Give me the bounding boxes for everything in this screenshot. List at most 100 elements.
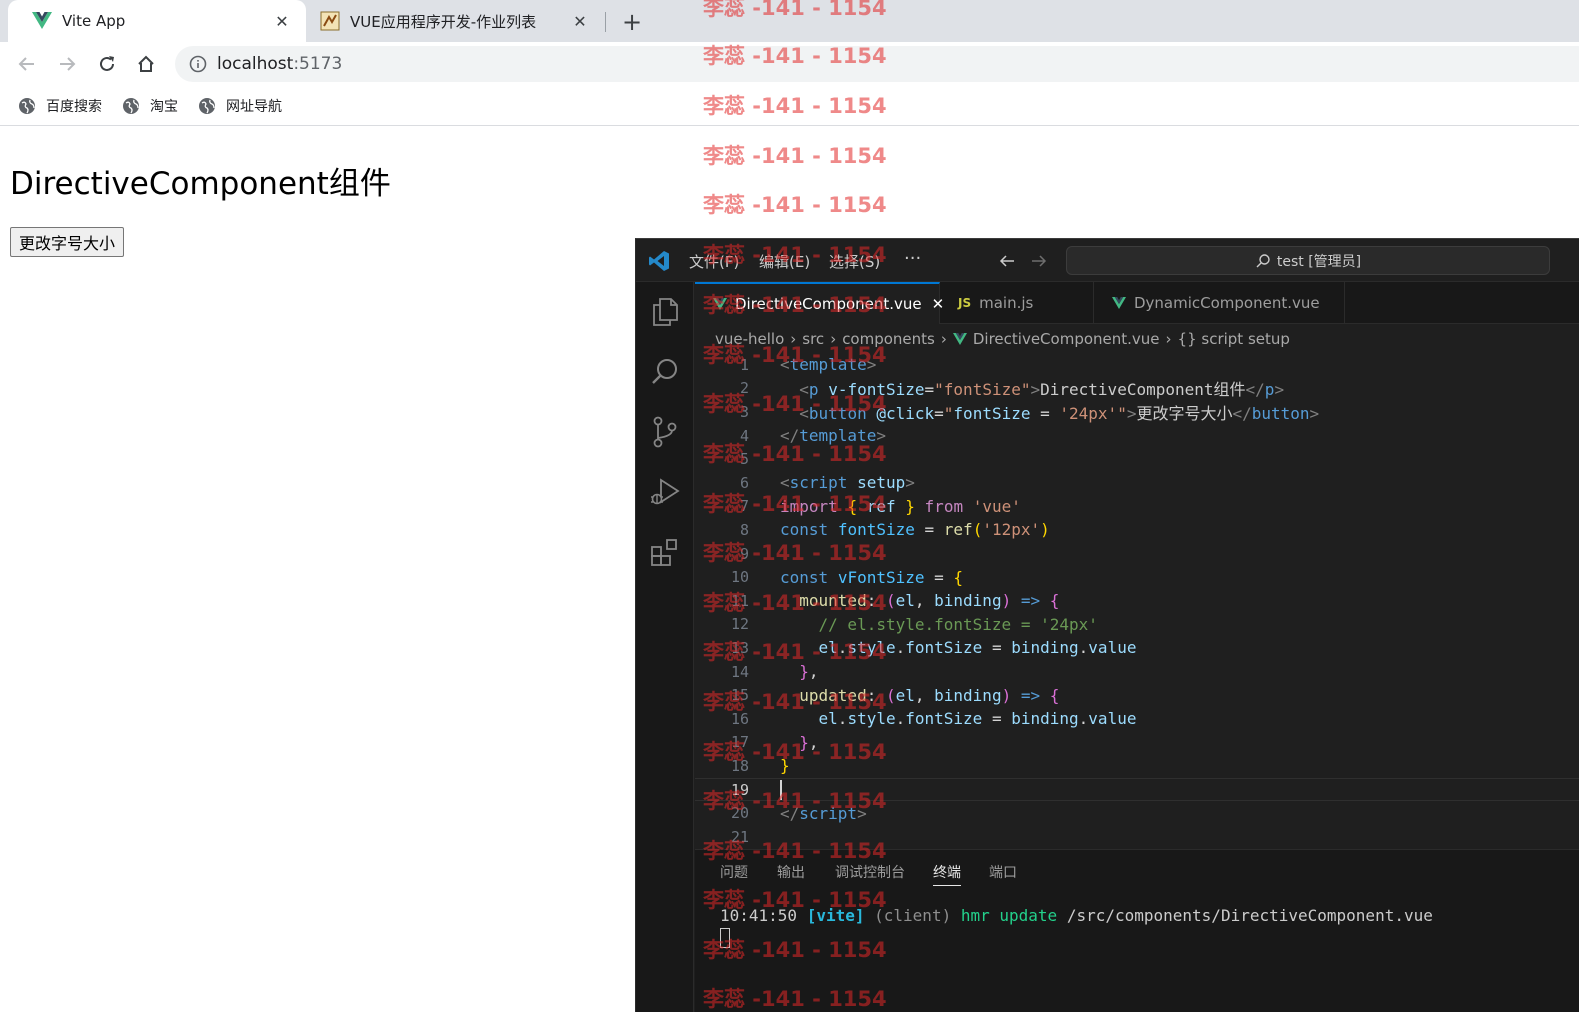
nav-forward-button[interactable] [1028, 250, 1050, 272]
tab-title: VUE应用程序开发-作业列表 [350, 12, 537, 31]
code-line: 16 el.style.fontSize = binding.value [730, 709, 1137, 729]
code-line: 11 mounted: (el, binding) => { [730, 591, 1060, 611]
code-line: 6 <script setup> [739, 473, 915, 493]
code-line: 8 const fontSize = ref('12px') [739, 520, 1050, 540]
code-line: 20 </script> [730, 803, 867, 823]
site-favicon-icon [320, 11, 340, 31]
more-menu-icon[interactable]: ··· [904, 248, 921, 269]
code-line-current: 19 [695, 777, 1579, 802]
close-tab-icon[interactable]: ✕ [272, 11, 292, 31]
code-line: 3 <button @click="fontSize = '24px'">更改字… [739, 402, 1320, 423]
reload-icon [100, 56, 114, 71]
command-center-search[interactable]: test [管理员] [1066, 246, 1550, 275]
arrow-left-icon [999, 255, 1014, 267]
chevron-right-icon: › [940, 330, 947, 348]
source-control-icon[interactable] [649, 416, 681, 448]
explorer-icon[interactable] [649, 296, 681, 328]
code-editor[interactable]: 1 <template> 2 <p v-fontSize="fontSize">… [695, 353, 1579, 847]
breadcrumb-item[interactable]: {} script setup [1178, 330, 1290, 348]
panel-tab-output[interactable]: 输出 [777, 862, 805, 882]
panel-tab-terminal[interactable]: 终端 [933, 862, 961, 886]
browser-toolbar: localhost:5173 [0, 42, 1579, 86]
breadcrumb-item[interactable]: DirectiveComponent.vue [973, 330, 1160, 348]
code-line: 21 [730, 827, 749, 846]
watermark-text: 李蕊 -141 - 1154 [703, 193, 887, 217]
menu-file[interactable]: 文件(F) [689, 251, 739, 272]
chevron-right-icon: › [1165, 330, 1172, 348]
vue-file-icon [952, 333, 967, 345]
url-text: localhost:5173 [217, 54, 343, 74]
bookmark-baidu[interactable]: 百度搜索 [18, 96, 102, 116]
menu-edit[interactable]: 编辑(E) [759, 251, 810, 272]
tab-title: Vite App [62, 12, 126, 30]
code-line: 14 }, [730, 662, 819, 682]
vscode-window: 文件(F) 编辑(E) 选择(S) ··· test [管理员] Directi… [635, 238, 1579, 1012]
tab-separator [605, 12, 606, 32]
browser-tab-homework-list[interactable]: VUE应用程序开发-作业列表 ✕ [306, 0, 604, 42]
bookmark-taobao[interactable]: 淘宝 [122, 96, 178, 116]
forward-button[interactable] [53, 50, 81, 78]
site-info-icon[interactable] [189, 55, 207, 73]
breadcrumb-item[interactable]: src [802, 330, 824, 348]
chevron-right-icon: › [790, 330, 797, 348]
watermark-text: 李蕊 -141 - 1154 [703, 144, 887, 168]
code-line: 13 el.style.fontSize = binding.value [730, 638, 1137, 658]
bookmarks-bar: 百度搜索 淘宝 网址导航 [0, 86, 1579, 126]
editor-tab-dynamic-component[interactable]: DynamicComponent.vue [1094, 282, 1345, 324]
address-bar[interactable]: localhost:5173 [175, 46, 1579, 82]
panel-tab-ports[interactable]: 端口 [989, 862, 1017, 882]
extensions-icon[interactable] [649, 536, 681, 568]
code-line: 5 [739, 450, 749, 469]
editor-tab-directive-component[interactable]: DirectiveComponent.vue ✕ [695, 282, 944, 324]
globe-icon [123, 97, 139, 114]
panel-tab-debug-console[interactable]: 调试控制台 [835, 862, 905, 882]
breadcrumb-item[interactable]: vue-hello [715, 330, 784, 348]
new-tab-button[interactable]: + [618, 8, 646, 36]
breadcrumb-item[interactable]: components [842, 330, 935, 348]
vscode-title-bar: 文件(F) 编辑(E) 选择(S) ··· test [管理员] [636, 239, 1579, 282]
editor-tab-main-js[interactable]: JS main.js [940, 282, 1094, 324]
code-line: 9 [739, 544, 749, 563]
home-icon [138, 55, 154, 72]
code-line: 4 </template> [739, 426, 886, 446]
search-icon[interactable] [649, 356, 681, 388]
browser-tab-bar: Vite App ✕ VUE应用程序开发-作业列表 ✕ + [0, 0, 1579, 42]
editor-tab-bar: DirectiveComponent.vue ✕ JS main.js Dyna… [695, 282, 1579, 324]
code-line: 1 <template> [739, 355, 877, 375]
panel-tab-problems[interactable]: 问题 [720, 862, 748, 882]
search-icon [1256, 253, 1270, 267]
arrow-right-icon [1032, 255, 1047, 267]
terminal-output[interactable]: 10:41:50 [vite] (client) hmr update /src… [720, 906, 1433, 925]
js-file-icon: JS [958, 296, 972, 310]
vue-file-icon [713, 298, 727, 310]
terminal-cursor [720, 928, 730, 948]
run-debug-icon[interactable] [649, 476, 681, 508]
activity-bar [636, 282, 694, 1012]
arrow-left-icon [18, 57, 34, 71]
code-line: 2 <p v-fontSize="fontSize">DirectiveComp… [739, 379, 1285, 400]
browser-tab-vite-app[interactable]: Vite App ✕ [8, 0, 306, 42]
chevron-right-icon: › [830, 330, 837, 348]
code-line: 18 } [730, 756, 790, 776]
bookmark-nav[interactable]: 网址导航 [198, 96, 282, 116]
vscode-logo-icon [649, 251, 669, 271]
vue-logo-icon [32, 11, 52, 31]
code-line: 15 updated: (el, binding) => { [730, 685, 1060, 705]
close-tab-icon[interactable]: ✕ [570, 11, 590, 31]
change-font-size-button[interactable]: 更改字号大小 [10, 227, 125, 257]
reload-button[interactable] [93, 50, 121, 78]
globe-icon [199, 97, 215, 114]
home-button[interactable] [132, 50, 160, 78]
page-heading: DirectiveComponent组件 [10, 166, 391, 202]
nav-back-button[interactable] [996, 250, 1018, 272]
breadcrumb: vue-hello › src › components › Directive… [695, 324, 1579, 354]
code-line: 7 import { ref } from 'vue' [739, 496, 1021, 516]
vue-file-icon [1112, 297, 1126, 309]
code-line: 12 // el.style.fontSize = '24px' [730, 614, 1098, 634]
globe-icon [19, 97, 35, 114]
menu-selection[interactable]: 选择(S) [829, 251, 880, 272]
code-line: 17 }, [730, 732, 819, 752]
bottom-panel: 问题 输出 调试控制台 终端 端口 10:41:50 [vite] (clien… [695, 849, 1579, 1012]
back-button[interactable] [13, 50, 41, 78]
text-caret [780, 779, 782, 800]
